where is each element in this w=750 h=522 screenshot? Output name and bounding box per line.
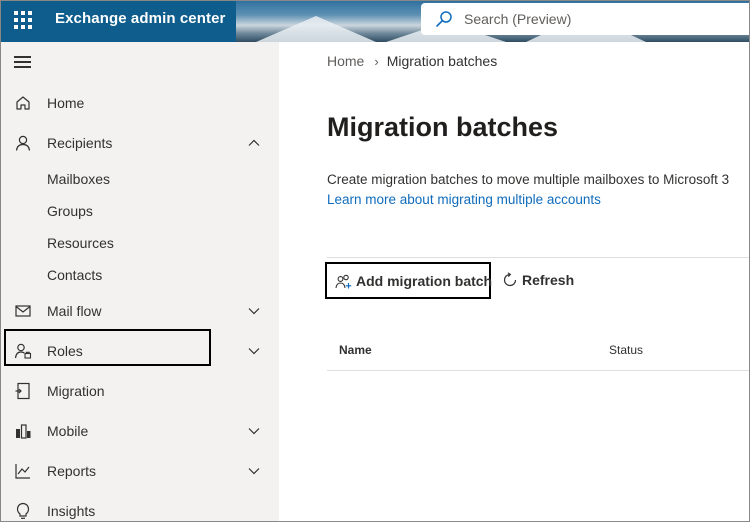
chevron-up-icon[interactable]	[247, 136, 261, 150]
add-people-icon	[335, 274, 352, 289]
chevron-down-icon[interactable]	[247, 424, 261, 438]
sidebar-item-label: Contacts	[47, 267, 103, 283]
sidebar-item-home[interactable]: Home	[0, 86, 279, 120]
sidebar-item-label: Groups	[47, 203, 93, 219]
search-placeholder: Search (Preview)	[464, 11, 572, 27]
app-launcher-icon[interactable]	[12, 9, 34, 31]
chevron-down-icon[interactable]	[247, 344, 261, 358]
migration-highlight-box	[4, 329, 211, 366]
refresh-button[interactable]: Refresh	[499, 264, 579, 297]
sidebar-item-label: Recipients	[47, 135, 113, 151]
sidebar-item-label: Mailboxes	[47, 171, 111, 187]
breadcrumb-chevron-icon: ›	[374, 54, 379, 69]
search-icon	[436, 11, 452, 27]
add-migration-batch-label: Add migration batch	[356, 273, 493, 289]
hamburger-menu-icon[interactable]	[14, 56, 32, 70]
sidebar-item-migration[interactable]: Migration	[0, 374, 279, 408]
command-bar-divider	[327, 257, 750, 258]
sidebar-item-label: Migration	[47, 383, 105, 399]
refresh-icon	[503, 272, 517, 287]
sidebar-item-label: Mobile	[47, 423, 89, 439]
chevron-down-icon[interactable]	[247, 304, 261, 318]
sidebar-item-insights[interactable]: Insights	[0, 494, 279, 522]
breadcrumb: Home › Migration batches	[327, 53, 497, 69]
sidebar-item-resources[interactable]: Resources	[0, 228, 279, 258]
learn-more-link[interactable]: Learn more about migrating multiple acco…	[327, 192, 601, 207]
reports-icon	[15, 464, 30, 479]
person-icon	[15, 135, 31, 151]
sidebar-item-mailboxes[interactable]: Mailboxes	[0, 164, 279, 194]
mobile-icon	[16, 424, 31, 439]
sidebar-item-label: Reports	[47, 463, 97, 479]
refresh-label: Refresh	[522, 272, 575, 288]
sidebar-item-label: Resources	[47, 235, 114, 251]
sidebar-item-groups[interactable]: Groups	[0, 196, 279, 226]
page-title: Migration batches	[327, 112, 559, 142]
add-migration-batch-button[interactable]: Add migration batch	[325, 262, 493, 299]
sidebar-item-label: Mail flow	[47, 303, 102, 319]
top-bar: Exchange admin center Search (Preview)	[0, 0, 750, 42]
table-header-divider	[327, 370, 750, 371]
column-header-name[interactable]: Name	[339, 343, 372, 357]
breadcrumb-current: Migration batches	[386, 53, 498, 69]
sidebar-item-recipients[interactable]: Recipients	[0, 126, 279, 160]
sidebar-item-contacts[interactable]: Contacts	[0, 260, 279, 290]
mail-icon	[15, 305, 31, 317]
lightbulb-icon	[16, 502, 30, 519]
sidebar-item-label: Home	[47, 95, 85, 111]
search-input[interactable]: Search (Preview)	[421, 3, 750, 35]
sidebar: Home Recipients Mailboxes Groups Resourc…	[0, 42, 279, 522]
column-header-status[interactable]: Status	[609, 343, 643, 357]
sidebar-item-mail-flow[interactable]: Mail flow	[0, 294, 279, 328]
migration-icon	[15, 382, 30, 400]
home-icon	[16, 96, 30, 110]
breadcrumb-home[interactable]: Home	[327, 53, 364, 69]
main-content: Home › Migration batches Migration batches…	[279, 42, 750, 522]
app-title[interactable]: Exchange admin center	[55, 10, 226, 27]
page-description: Create migration batches to move multipl…	[327, 172, 730, 187]
sidebar-item-mobile[interactable]: Mobile	[0, 414, 279, 448]
sidebar-item-label: Insights	[47, 503, 96, 519]
chevron-down-icon[interactable]	[247, 464, 261, 478]
sidebar-item-reports[interactable]: Reports	[0, 454, 279, 488]
